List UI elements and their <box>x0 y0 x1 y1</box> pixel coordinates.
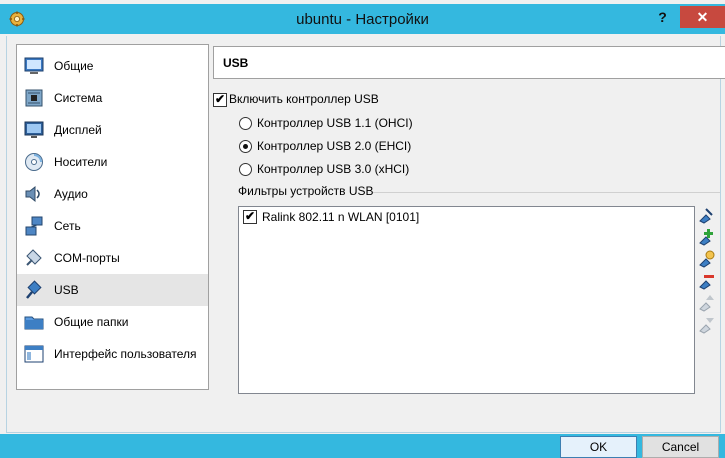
sidebar-item-usb[interactable]: USB <box>17 274 208 306</box>
filters-group-title: Фильтры устройств USB <box>238 184 374 198</box>
sidebar-item-user-interface[interactable]: Интерфейс пользователя <box>17 338 208 370</box>
usb11-label[interactable]: Контроллер USB 1.1 (OHCI) <box>257 116 413 130</box>
sidebar-item-audio[interactable]: Аудио <box>17 178 208 210</box>
sidebar-item-label: Интерфейс пользователя <box>54 347 197 361</box>
network-icon <box>25 216 43 236</box>
audio-icon <box>25 185 40 203</box>
close-button[interactable]: ✕ <box>680 6 725 28</box>
sidebar-item-general[interactable]: Общие <box>17 50 208 82</box>
move-filter-down-icon[interactable] <box>697 316 715 334</box>
list-item[interactable]: ✔ Ralink 802.11 n WLAN [0101] <box>239 207 688 225</box>
enable-usb-checkbox[interactable]: ✔ <box>213 92 227 107</box>
motherboard-icon <box>25 89 43 107</box>
sidebar-item-label: Носители <box>54 155 108 169</box>
add-empty-filter-icon[interactable] <box>697 206 715 224</box>
sidebar-item-network[interactable]: Сеть <box>17 210 208 242</box>
page-title: USB <box>223 56 249 70</box>
cancel-button[interactable]: Cancel <box>642 436 719 458</box>
sidebar-item-system[interactable]: Система <box>17 82 208 114</box>
usb20-radio[interactable] <box>239 140 252 153</box>
usb30-radio[interactable] <box>239 163 252 176</box>
sidebar-item-serial-ports[interactable]: COM-порты <box>17 242 208 274</box>
enable-usb-label[interactable]: Включить контроллер USB <box>229 92 379 106</box>
sidebar-item-display[interactable]: Дисплей <box>17 114 208 146</box>
user-interface-icon <box>24 345 44 363</box>
sidebar-item-label: Аудио <box>54 187 88 201</box>
sidebar-item-label: COM-порты <box>54 251 120 265</box>
sidebar-item-label: Общие <box>54 59 94 73</box>
move-filter-up-icon[interactable] <box>697 294 715 312</box>
sidebar-item-label: Дисплей <box>54 123 102 137</box>
window-title: ubuntu - Настройки <box>296 11 429 28</box>
sidebar-item-label: Система <box>54 91 103 105</box>
sidebar-item-label: USB <box>54 283 79 297</box>
remove-filter-icon[interactable] <box>697 272 715 290</box>
page-header: USB <box>213 46 725 79</box>
group-divider <box>373 192 720 193</box>
serial-port-icon <box>26 249 42 266</box>
storage-icon <box>25 153 43 171</box>
settings-window: ubuntu - Настройки ? ✕ Общие Система Дис… <box>0 4 725 458</box>
sidebar-item-storage[interactable]: Носители <box>17 146 208 178</box>
filter-enabled-checkbox[interactable]: ✔ <box>243 209 257 224</box>
sidebar-item-shared-folders[interactable]: Общие папки <box>17 306 208 338</box>
ok-button[interactable]: OK <box>560 436 637 458</box>
edit-filter-icon[interactable] <box>697 250 715 268</box>
display-icon <box>24 121 44 138</box>
general-icon <box>24 57 44 74</box>
usb20-label[interactable]: Контроллер USB 2.0 (EHCI) <box>257 139 411 153</box>
usb30-label[interactable]: Контроллер USB 3.0 (xHCI) <box>257 162 409 176</box>
usb11-radio[interactable] <box>239 117 252 130</box>
help-button[interactable]: ? <box>640 6 685 28</box>
shared-folder-icon <box>24 316 44 330</box>
usb-filter-list[interactable]: ✔ Ralink 802.11 n WLAN [0101] <box>238 206 695 394</box>
filter-name: Ralink 802.11 n WLAN [0101] <box>262 210 420 224</box>
add-device-filter-icon[interactable] <box>697 228 715 246</box>
usb-icon <box>26 280 42 299</box>
title-bar[interactable]: ubuntu - Настройки ? ✕ <box>0 4 725 34</box>
dialog-body: Общие Система Дисплей Носители Аудио Сет… <box>6 36 725 458</box>
sidebar-item-label: Общие папки <box>54 315 129 329</box>
sidebar-item-label: Сеть <box>54 219 81 233</box>
settings-sidebar: Общие Система Дисплей Носители Аудио Сет… <box>16 44 209 390</box>
